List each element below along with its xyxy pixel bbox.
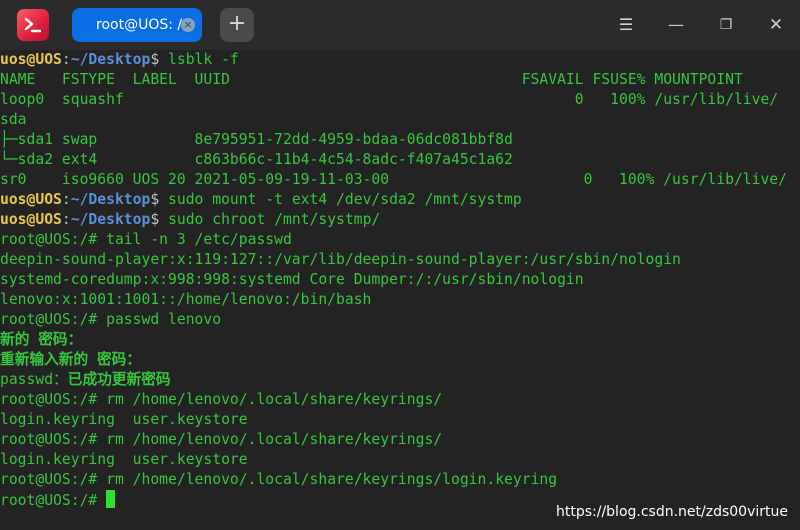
lsblk-row-sda1: ├─sda1 swap 8e795951-72dd-4959-bdaa-06dc… (0, 131, 513, 148)
prompt-user-host: uos@UOS (0, 51, 62, 68)
root-prompt: root@UOS:/# (0, 431, 107, 448)
password-prompt-new: 新的 密码： (0, 331, 83, 348)
root-prompt: root@UOS:/# (0, 391, 107, 408)
prompt-colon: : (61, 211, 71, 228)
terminal-app-icon[interactable] (17, 9, 49, 41)
prompt-symbol: $ (150, 51, 169, 68)
prompt-user-host: uos@UOS (0, 191, 62, 208)
title-bar: root@UOS: / × + ☰ — ❐ ✕ (0, 0, 800, 50)
lsblk-row-sda2: └─sda2 ext4 c863b66c-11b4-4c54-8adc-f407… (0, 151, 513, 168)
tab-close-icon[interactable]: × (181, 18, 195, 32)
output-line: login.keyring user.keystore (0, 451, 248, 468)
current-prompt-line[interactable]: root@UOS:/# (0, 490, 116, 510)
password-result: passwd：已成功更新密码 (0, 370, 171, 390)
prompt-colon: : (61, 51, 71, 68)
passwd-prefix: passwd： (0, 371, 68, 388)
output-line: systemd-coredump:x:998:998:systemd Core … (0, 271, 584, 288)
terminal-line: root@UOS:/# rm /home/lenovo/.local/share… (0, 470, 557, 490)
terminal-output[interactable]: uos@UOS:~/Desktop$ lsblk -f NAME FSTYPE … (0, 50, 800, 530)
tab-root-uos[interactable]: root@UOS: / × (72, 8, 202, 42)
root-prompt: root@UOS:/# (0, 311, 107, 328)
command-text: lsblk -f (168, 51, 239, 68)
root-prompt: root@UOS:/# (0, 492, 107, 509)
lsblk-row-sr0: sr0 iso9660 UOS 20 2021-05-09-19-11-03-0… (0, 171, 787, 188)
maximize-icon[interactable]: ❐ (714, 13, 738, 37)
tab-label: root@UOS: / (96, 17, 183, 33)
command-text: rm /home/lenovo/.local/share/keyrings/ (106, 431, 443, 448)
lsblk-header: NAME FSTYPE LABEL UUID FSAVAIL FSUSE% MO… (0, 71, 743, 88)
terminal-line: uos@UOS:~/Desktop$ sudo mount -t ext4 /d… (0, 190, 522, 210)
terminal-line: uos@UOS:~/Desktop$ sudo chroot /mnt/syst… (0, 210, 380, 230)
prompt-colon: : (61, 191, 71, 208)
passwd-success-text: 已成功更新密码 (67, 371, 171, 388)
prompt-symbol: $ (150, 211, 169, 228)
command-text: tail -n 3 /etc/passwd (106, 231, 292, 248)
output-line: lenovo:x:1001:1001::/home/lenovo:/bin/ba… (0, 291, 372, 308)
command-text: sudo chroot /mnt/systmp/ (168, 211, 381, 228)
command-text: rm /home/lenovo/.local/share/keyrings/lo… (106, 471, 558, 488)
prompt-path: ~/Desktop (70, 211, 151, 228)
prompt-symbol: $ (150, 191, 169, 208)
password-prompt-retype: 重新输入新的 密码： (0, 351, 142, 368)
close-icon[interactable]: ✕ (764, 13, 788, 37)
new-tab-button[interactable]: + (220, 8, 254, 42)
command-text: sudo mount -t ext4 /dev/sda2 /mnt/systmp (168, 191, 522, 208)
terminal-line: root@UOS:/# rm /home/lenovo/.local/share… (0, 390, 442, 410)
terminal-line: root@UOS:/# passwd lenovo (0, 310, 221, 330)
prompt-path: ~/Desktop (70, 51, 151, 68)
terminal-line: root@UOS:/# rm /home/lenovo/.local/share… (0, 430, 442, 450)
watermark: https://blog.csdn.net/zds00virtue (555, 504, 788, 520)
terminal-line: uos@UOS:~/Desktop$ lsblk -f (0, 50, 239, 70)
lsblk-row-loop0: loop0 squashf 0 100% /usr/lib/live/ (0, 91, 779, 108)
prompt-path: ~/Desktop (70, 191, 151, 208)
lsblk-row-sda: sda (0, 111, 27, 128)
command-text: passwd lenovo (106, 311, 222, 328)
output-line: deepin-sound-player:x:119:127::/var/lib/… (0, 251, 681, 268)
root-prompt: root@UOS:/# (0, 231, 107, 248)
output-line: login.keyring user.keystore (0, 411, 248, 428)
minimize-icon[interactable]: — (664, 13, 688, 37)
text-cursor (106, 490, 116, 508)
prompt-user-host: uos@UOS (0, 211, 62, 228)
command-text: rm /home/lenovo/.local/share/keyrings/ (106, 391, 443, 408)
terminal-line: root@UOS:/# tail -n 3 /etc/passwd (0, 230, 292, 250)
menu-icon[interactable]: ☰ (614, 13, 638, 37)
root-prompt: root@UOS:/# (0, 471, 107, 488)
